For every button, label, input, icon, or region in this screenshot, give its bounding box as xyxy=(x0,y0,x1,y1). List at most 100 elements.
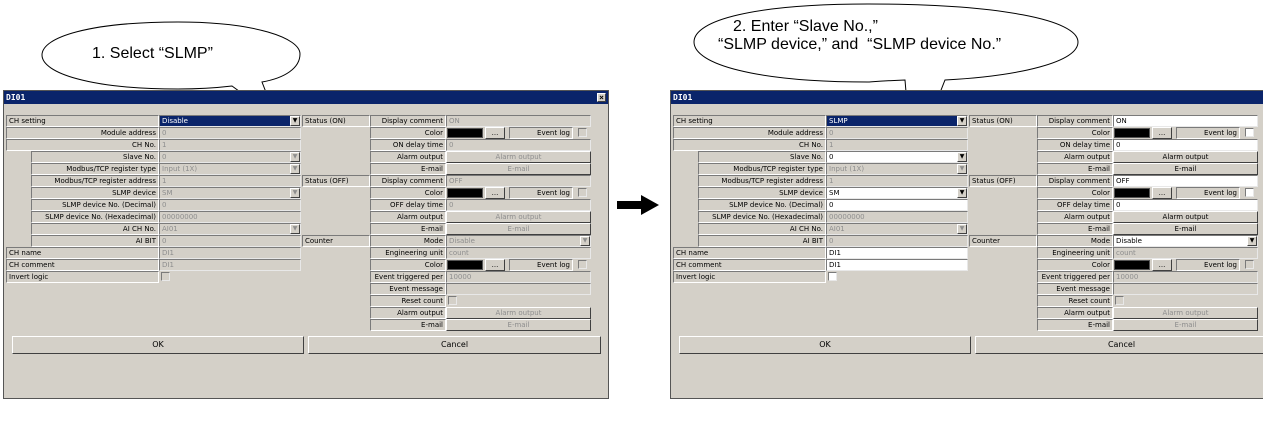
event-message-field[interactable] xyxy=(446,283,591,295)
alarm-output-counter-button[interactable]: Alarm output xyxy=(1113,307,1258,319)
slmp-device-select[interactable]: SM ▼ xyxy=(826,187,968,199)
modbus-register-address-field[interactable]: 1 xyxy=(826,175,968,187)
slmp-device-select[interactable]: SM ▼ xyxy=(159,187,301,199)
ch-no-field[interactable]: 1 xyxy=(826,139,968,151)
off-delay-field[interactable]: 0 xyxy=(446,199,591,211)
ok-button[interactable]: OK xyxy=(679,336,971,354)
slmp-device-hex-field[interactable]: 00000000 xyxy=(159,211,301,223)
module-address-field[interactable]: 0 xyxy=(159,127,301,139)
color-on-swatch[interactable] xyxy=(1114,128,1150,138)
event-triggered-field[interactable]: 10000 xyxy=(1113,271,1258,283)
chevron-down-icon[interactable]: ▼ xyxy=(957,224,967,234)
off-delay-field[interactable]: 0 xyxy=(1113,199,1258,211)
color-off-picker-button[interactable]: ... xyxy=(485,187,505,199)
event-message-label: Event message xyxy=(1037,283,1113,295)
slmp-device-decimal-field[interactable]: 0 xyxy=(826,199,968,211)
reset-count-checkbox[interactable] xyxy=(448,296,457,305)
event-log-on-checkbox[interactable] xyxy=(1245,128,1254,137)
event-triggered-field[interactable]: 10000 xyxy=(446,271,591,283)
modbus-register-address-field[interactable]: 1 xyxy=(159,175,301,187)
ch-comment-field[interactable]: DI1 xyxy=(826,259,968,271)
email-counter-button[interactable]: E-mail xyxy=(446,319,591,331)
ch-setting-select[interactable]: SLMP ▼ xyxy=(826,115,968,127)
invert-logic-checkbox[interactable] xyxy=(828,272,837,281)
ch-name-field[interactable]: DI1 xyxy=(826,247,968,259)
modbus-register-type-select[interactable]: Input (1X) ▼ xyxy=(826,163,968,175)
reset-count-label: Reset count xyxy=(370,295,446,307)
event-log-counter-checkbox[interactable] xyxy=(578,260,587,269)
event-log-on-checkbox[interactable] xyxy=(578,128,587,137)
color-counter-picker-button[interactable]: ... xyxy=(485,259,505,271)
color-off-swatch[interactable] xyxy=(447,188,483,198)
on-delay-field[interactable]: 0 xyxy=(1113,139,1258,151)
slmp-device-decimal-label: SLMP device No. (Decimal) xyxy=(31,199,159,211)
chevron-down-icon[interactable]: ▼ xyxy=(290,188,300,198)
email-off-button[interactable]: E-mail xyxy=(1113,223,1258,235)
slave-no-select[interactable]: 0 ▼ xyxy=(159,151,301,163)
display-comment-on-label: Display comment xyxy=(1037,115,1113,127)
event-log-counter-checkbox[interactable] xyxy=(1245,260,1254,269)
engineering-unit-field[interactable]: count xyxy=(446,247,591,259)
email-on-button[interactable]: E-mail xyxy=(446,163,591,175)
reset-count-checkbox[interactable] xyxy=(1115,296,1124,305)
color-off-picker-button[interactable]: ... xyxy=(1152,187,1172,199)
chevron-down-icon[interactable]: ▼ xyxy=(290,152,300,162)
ch-setting-select[interactable]: Disable ▼ xyxy=(159,115,301,127)
mode-select[interactable]: Disable ▼ xyxy=(446,235,591,247)
color-counter-swatch[interactable] xyxy=(1114,260,1150,270)
display-comment-on-field[interactable]: ON xyxy=(1113,115,1258,127)
chevron-down-icon[interactable]: ▼ xyxy=(290,224,300,234)
event-log-off-checkbox[interactable] xyxy=(578,188,587,197)
display-comment-on-field[interactable]: ON xyxy=(446,115,591,127)
chevron-down-icon[interactable]: ▼ xyxy=(957,164,967,174)
event-log-off-checkbox[interactable] xyxy=(1245,188,1254,197)
slave-no-select[interactable]: 0 ▼ xyxy=(826,151,968,163)
email-off-button[interactable]: E-mail xyxy=(446,223,591,235)
color-on-swatch[interactable] xyxy=(447,128,483,138)
modbus-register-type-select[interactable]: Input (1X) ▼ xyxy=(159,163,301,175)
chevron-down-icon[interactable]: ▼ xyxy=(290,116,300,126)
color-on-picker-button[interactable]: ... xyxy=(1152,127,1172,139)
chevron-down-icon[interactable]: ▼ xyxy=(957,188,967,198)
alarm-output-off-button[interactable]: Alarm output xyxy=(446,211,591,223)
ai-bit-field[interactable]: 0 xyxy=(159,235,301,247)
alarm-output-counter-button[interactable]: Alarm output xyxy=(446,307,591,319)
cancel-button[interactable]: Cancel xyxy=(975,336,1263,354)
ch-no-field[interactable]: 1 xyxy=(159,139,301,151)
email-on-label: E-mail xyxy=(370,163,446,175)
display-comment-off-field[interactable]: OFF xyxy=(446,175,591,187)
ch-name-field[interactable]: DI1 xyxy=(159,247,301,259)
mode-select[interactable]: Disable ▼ xyxy=(1113,235,1258,247)
ai-ch-no-select[interactable]: AI01 ▼ xyxy=(826,223,968,235)
email-counter-button[interactable]: E-mail xyxy=(1113,319,1258,331)
module-address-field[interactable]: 0 xyxy=(826,127,968,139)
chevron-down-icon[interactable]: ▼ xyxy=(957,152,967,162)
ai-bit-field[interactable]: 0 xyxy=(826,235,968,247)
cancel-button[interactable]: Cancel xyxy=(308,336,601,354)
color-counter-picker-button[interactable]: ... xyxy=(1152,259,1172,271)
close-icon[interactable]: × xyxy=(597,93,606,102)
slmp-device-decimal-field[interactable]: 0 xyxy=(159,199,301,211)
on-delay-field[interactable]: 0 xyxy=(446,139,591,151)
engineering-unit-label: Engineering unit xyxy=(1037,247,1113,259)
chevron-down-icon[interactable]: ▼ xyxy=(580,236,590,246)
invert-logic-checkbox[interactable] xyxy=(161,272,170,281)
alarm-output-on-button[interactable]: Alarm output xyxy=(446,151,591,163)
display-comment-off-field[interactable]: OFF xyxy=(1113,175,1258,187)
ch-comment-field[interactable]: DI1 xyxy=(159,259,301,271)
chevron-down-icon[interactable]: ▼ xyxy=(957,116,967,126)
engineering-unit-field[interactable]: count xyxy=(1113,247,1258,259)
color-counter-swatch[interactable] xyxy=(447,260,483,270)
alarm-output-on-button[interactable]: Alarm output xyxy=(1113,151,1258,163)
email-on-button[interactable]: E-mail xyxy=(1113,163,1258,175)
slmp-device-hex-field[interactable]: 00000000 xyxy=(826,211,968,223)
chevron-down-icon[interactable]: ▼ xyxy=(290,164,300,174)
alarm-output-off-button[interactable]: Alarm output xyxy=(1113,211,1258,223)
ai-ch-no-select[interactable]: AI01 ▼ xyxy=(159,223,301,235)
ok-button[interactable]: OK xyxy=(12,336,304,354)
chevron-down-icon[interactable]: ▼ xyxy=(1247,236,1257,246)
color-off-swatch[interactable] xyxy=(1114,188,1150,198)
color-on-picker-button[interactable]: ... xyxy=(485,127,505,139)
event-message-field[interactable] xyxy=(1113,283,1258,295)
module-address-label: Module address xyxy=(673,127,826,139)
